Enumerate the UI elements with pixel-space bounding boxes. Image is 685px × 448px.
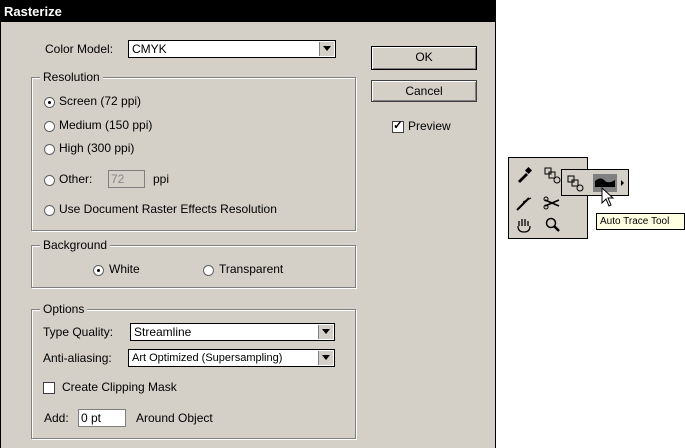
blend-tool-icon[interactable]	[543, 166, 561, 184]
clipping-mask-checkbox[interactable]	[43, 382, 55, 394]
dialog-title: Rasterize	[1, 1, 495, 22]
options-legend: Options	[40, 302, 88, 316]
radio-transparent-label: Transparent	[219, 262, 284, 276]
radio-other-label: Other:	[59, 172, 93, 186]
chevron-down-icon[interactable]	[318, 325, 333, 339]
scissors-icon[interactable]	[543, 194, 561, 212]
slice-icon[interactable]	[515, 194, 533, 212]
checkmark-icon: ✓	[393, 118, 404, 132]
chevron-down-icon[interactable]	[319, 42, 334, 56]
other-ppi-input[interactable]: 72	[108, 170, 145, 188]
auto-trace-flyout	[561, 169, 629, 196]
color-model-value: CMYK	[132, 42, 167, 56]
add-label: Add:	[44, 411, 69, 425]
resolution-legend: Resolution	[40, 70, 103, 84]
radio-white-label: White	[109, 262, 140, 276]
radio-screen[interactable]	[44, 97, 55, 108]
background-legend: Background	[40, 238, 111, 252]
zoom-icon[interactable]	[543, 216, 561, 234]
radio-medium[interactable]	[44, 121, 55, 132]
flyout-arrow-icon	[620, 174, 626, 192]
type-quality-select[interactable]: Streamline	[130, 323, 335, 341]
ok-button[interactable]: OK	[371, 46, 477, 70]
radio-other[interactable]	[44, 175, 55, 186]
radio-transparent[interactable]	[203, 265, 214, 276]
rasterize-dialog: Rasterize Color Model: CMYK OK Cancel ✓ …	[0, 0, 496, 448]
cancel-button[interactable]: Cancel	[371, 80, 477, 102]
type-quality-value: Streamline	[134, 325, 192, 339]
radio-white[interactable]	[93, 265, 104, 276]
auto-trace-tooltip: Auto Trace Tool	[596, 213, 685, 230]
anti-aliasing-select[interactable]: Art Optimized (Supersampling)	[128, 349, 335, 367]
type-quality-label: Type Quality:	[43, 325, 114, 339]
radio-screen-label: Screen (72 ppi)	[59, 94, 142, 108]
add-amount-input[interactable]: 0 pt	[78, 409, 126, 427]
radio-document-resolution-label: Use Document Raster Effects Resolution	[59, 202, 277, 216]
other-ppi-unit: ppi	[153, 172, 170, 186]
hand-icon[interactable]	[515, 216, 533, 234]
preview-label: Preview	[408, 119, 451, 133]
around-object-label: Around Object	[136, 411, 213, 425]
blend-tool-icon[interactable]	[566, 174, 584, 192]
cursor-arrow-icon	[600, 186, 616, 209]
anti-aliasing-label: Anti-aliasing:	[43, 351, 112, 365]
radio-medium-label: Medium (150 ppi)	[59, 118, 153, 132]
anti-aliasing-value: Art Optimized (Supersampling)	[132, 352, 283, 364]
radio-document-resolution[interactable]	[44, 205, 55, 216]
preview-checkbox[interactable]: ✓	[392, 118, 404, 133]
clipping-mask-label: Create Clipping Mask	[62, 380, 177, 394]
color-model-label: Color Model:	[45, 42, 114, 56]
eyedropper-icon[interactable]	[515, 166, 533, 184]
radio-high-label: High (300 ppi)	[59, 141, 135, 155]
color-model-select[interactable]: CMYK	[128, 40, 336, 58]
chevron-down-icon[interactable]	[318, 351, 333, 365]
radio-high[interactable]	[44, 144, 55, 155]
